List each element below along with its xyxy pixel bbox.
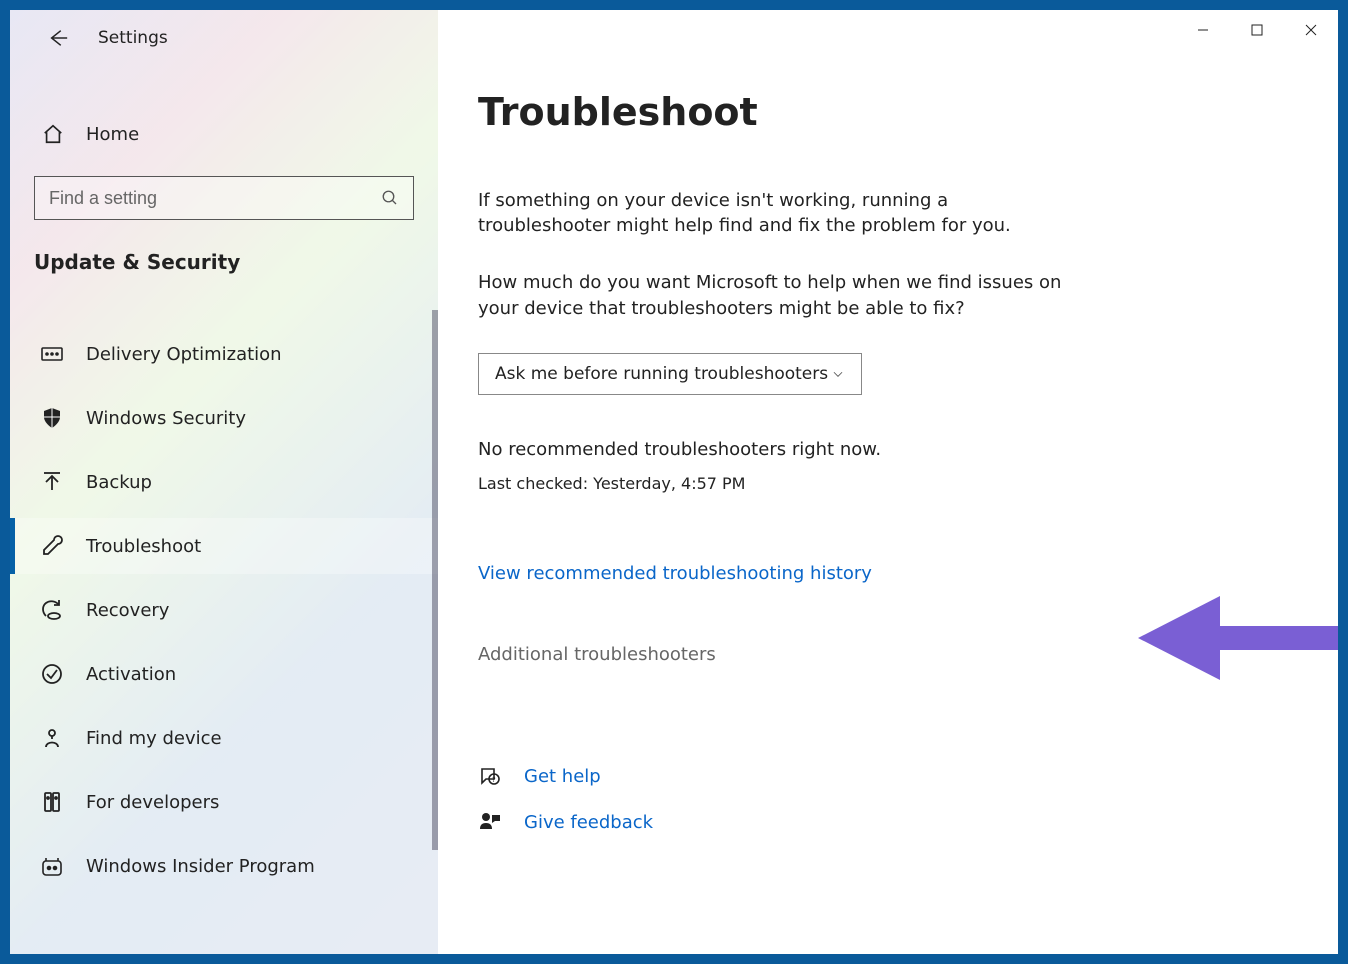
app-title: Settings — [98, 28, 168, 48]
sidebar-nav: Delivery Optimization Windows Security Bac… — [10, 326, 438, 902]
sidebar-header: Settings — [10, 10, 438, 66]
sidebar-item-windows-insider[interactable]: Windows Insider Program — [10, 838, 438, 894]
home-icon — [42, 123, 64, 145]
sidebar-item-backup[interactable]: Backup — [10, 454, 438, 510]
sidebar-item-label: Find my device — [86, 728, 222, 749]
additional-troubleshooters-link[interactable]: Additional troubleshooters — [478, 644, 1290, 665]
delivery-icon — [40, 342, 64, 366]
search-icon — [381, 189, 399, 207]
intro-text: If something on your device isn't workin… — [478, 188, 1068, 238]
sidebar-item-delivery-optimization[interactable]: Delivery Optimization — [10, 326, 438, 382]
troubleshoot-preference-dropdown[interactable]: Ask me before running troubleshooters — [478, 353, 862, 395]
recovery-icon — [40, 598, 64, 622]
question-text: How much do you want Microsoft to help w… — [478, 270, 1068, 320]
sidebar-item-label: Windows Insider Program — [86, 856, 315, 877]
sidebar-item-recovery[interactable]: Recovery — [10, 582, 438, 638]
help-icon: ? — [478, 765, 502, 789]
back-button[interactable] — [38, 18, 78, 58]
wrench-icon — [40, 534, 64, 558]
annotation-arrow — [1138, 588, 1338, 688]
footer-links: ? Get help Give feedback — [478, 765, 1290, 835]
sidebar-item-troubleshoot[interactable]: Troubleshoot — [10, 518, 438, 574]
sidebar-item-find-my-device[interactable]: Find my device — [10, 710, 438, 766]
sidebar-item-windows-security[interactable]: Windows Security — [10, 390, 438, 446]
home-label: Home — [86, 124, 139, 145]
backup-icon — [40, 470, 64, 494]
window-controls — [1176, 10, 1338, 50]
sidebar-item-activation[interactable]: Activation — [10, 646, 438, 702]
sidebar-item-label: Delivery Optimization — [86, 344, 282, 365]
maximize-button[interactable] — [1230, 10, 1284, 50]
svg-text:?: ? — [492, 776, 496, 784]
page-title: Troubleshoot — [478, 90, 1290, 134]
give-feedback-link[interactable]: Give feedback — [478, 811, 1290, 835]
give-feedback-label: Give feedback — [524, 812, 653, 833]
minimize-button[interactable] — [1176, 10, 1230, 50]
main-content: Troubleshoot If something on your device… — [438, 10, 1338, 954]
shield-icon — [40, 406, 64, 430]
settings-window: Settings Home Update & Security Delive — [10, 10, 1338, 954]
sidebar: Settings Home Update & Security Delive — [10, 10, 438, 954]
section-title: Update & Security — [10, 220, 438, 274]
close-button[interactable] — [1284, 10, 1338, 50]
sidebar-item-label: Activation — [86, 664, 176, 685]
history-link[interactable]: View recommended troubleshooting history — [478, 563, 1290, 584]
search-box[interactable] — [34, 176, 414, 220]
chevron-down-icon — [831, 367, 845, 381]
sidebar-scrollbar[interactable] — [432, 310, 438, 850]
find-device-icon — [40, 726, 64, 750]
sidebar-item-label: Recovery — [86, 600, 169, 621]
sidebar-item-for-developers[interactable]: For developers — [10, 774, 438, 830]
dropdown-value: Ask me before running troubleshooters — [495, 364, 828, 384]
sidebar-item-label: Troubleshoot — [86, 536, 201, 557]
get-help-label: Get help — [524, 766, 601, 787]
feedback-icon — [478, 811, 502, 835]
insider-icon — [40, 854, 64, 878]
sidebar-item-label: Windows Security — [86, 408, 246, 429]
search-wrap — [10, 162, 438, 220]
sidebar-item-label: For developers — [86, 792, 219, 813]
sidebar-item-label: Backup — [86, 472, 152, 493]
last-checked-text: Last checked: Yesterday, 4:57 PM — [478, 474, 1290, 493]
get-help-link[interactable]: ? Get help — [478, 765, 1290, 789]
check-circle-icon — [40, 662, 64, 686]
status-text: No recommended troubleshooters right now… — [478, 439, 1290, 460]
sidebar-item-home[interactable]: Home — [10, 106, 438, 162]
developer-icon — [40, 790, 64, 814]
search-input[interactable] — [49, 188, 381, 209]
